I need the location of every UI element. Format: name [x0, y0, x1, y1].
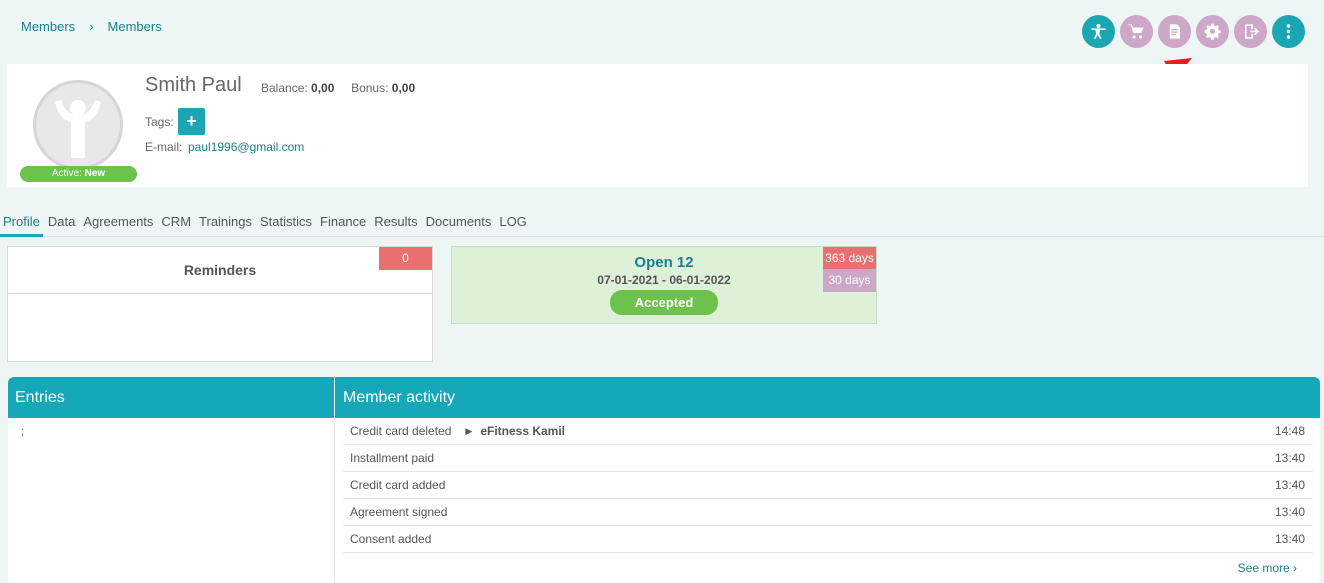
- entries-content: ;: [8, 418, 335, 583]
- activity-text: Credit card deleted: [350, 424, 452, 438]
- tab-documents[interactable]: Documents: [423, 213, 495, 237]
- reminders-count-badge: 0: [379, 247, 432, 270]
- activity-text: Credit card added: [350, 478, 446, 492]
- panel-header: Entries Member activity: [8, 377, 1320, 418]
- list-item: Agreement signed 13:40: [343, 499, 1313, 526]
- person-silhouette-icon: [55, 100, 101, 158]
- agreement-name[interactable]: Open 12: [452, 254, 876, 271]
- agreement-status-badge: Accepted: [610, 290, 718, 315]
- tab-agreements[interactable]: Agreements: [80, 213, 156, 237]
- cart-button[interactable]: [1120, 15, 1153, 48]
- more-vertical-icon: [1286, 24, 1291, 39]
- member-header-card: Active: New Smith Paul Balance: 0,00 Bon…: [7, 64, 1308, 187]
- activity-time: 13:40: [1274, 532, 1305, 546]
- breadcrumb-item-members[interactable]: Members: [21, 19, 75, 34]
- days-total-badge: 363 days: [823, 247, 876, 269]
- exit-button[interactable]: [1234, 15, 1267, 48]
- agreement-dates: 07-01-2021 - 06-01-2022: [597, 273, 731, 287]
- activity-actor: eFitness Kamil: [480, 424, 566, 438]
- tab-trainings[interactable]: Trainings: [196, 213, 255, 237]
- gear-icon: [1204, 23, 1221, 40]
- member-name: Smith Paul: [145, 74, 242, 96]
- see-more-link[interactable]: See more ›: [1238, 561, 1297, 575]
- status-badge: Active: New: [20, 166, 137, 182]
- balance-info: Balance: 0,00 Bonus: 0,00: [261, 81, 415, 95]
- email-link[interactable]: paul1996@gmail.com: [188, 140, 304, 154]
- entries-title: Entries: [8, 377, 335, 418]
- tab-statistics[interactable]: Statistics: [257, 213, 315, 237]
- reminders-title[interactable]: Reminders: [8, 247, 432, 294]
- activity-time: 14:48: [1274, 424, 1305, 438]
- days-period-badge: 30 days: [823, 269, 876, 292]
- chevron-right-icon: ›: [89, 19, 94, 34]
- activity-text: Consent added: [350, 532, 432, 546]
- activity-title: Member activity: [343, 389, 456, 406]
- activity-text: Agreement signed: [350, 505, 448, 519]
- tab-results[interactable]: Results: [371, 213, 420, 237]
- breadcrumb-item-members-current[interactable]: Members: [108, 19, 162, 34]
- document-button[interactable]: [1158, 15, 1191, 48]
- tab-data[interactable]: Data: [45, 213, 78, 237]
- breadcrumb: Members › Members: [21, 19, 162, 34]
- list-item: Credit card added 13:40: [343, 472, 1313, 499]
- tab-crm[interactable]: CRM: [158, 213, 194, 237]
- activity-panel: Entries Member activity ; Credit card de…: [8, 377, 1320, 583]
- activity-time: 13:40: [1274, 451, 1305, 465]
- list-item: Installment paid 13:40: [343, 445, 1313, 472]
- balance-value: 0,00: [311, 81, 335, 95]
- cart-icon: [1128, 24, 1144, 39]
- add-tag-button[interactable]: +: [178, 108, 205, 135]
- activity-list: Credit card deleted ▶ eFitness Kamil 14:…: [343, 418, 1313, 553]
- settings-button[interactable]: [1196, 15, 1229, 48]
- action-toolbar: [1082, 15, 1305, 48]
- avatar[interactable]: [33, 80, 123, 170]
- list-item: Consent added 13:40: [343, 526, 1313, 553]
- list-item: Credit card deleted ▶ eFitness Kamil 14:…: [343, 418, 1313, 445]
- more-button[interactable]: [1272, 15, 1305, 48]
- profile-tabs: Profile Data Agreements CRM Trainings St…: [0, 213, 1324, 237]
- activity-time: 13:40: [1274, 478, 1305, 492]
- bonus-value: 0,00: [391, 81, 416, 95]
- tab-log[interactable]: LOG: [496, 213, 529, 237]
- activity-text: Installment paid: [350, 451, 435, 465]
- exit-icon: [1244, 24, 1260, 39]
- bonus-label: Bonus:: [351, 81, 389, 95]
- email-label: E-mail:: [145, 140, 183, 154]
- balance-label: Balance:: [261, 81, 308, 95]
- fitness-button[interactable]: [1082, 15, 1115, 48]
- activity-time: 13:40: [1274, 505, 1305, 519]
- status-label: Active:: [51, 168, 82, 179]
- agreement-card[interactable]: Open 12 07-01-2021 - 06-01-2022 Accepted…: [451, 246, 877, 324]
- document-icon: [1169, 24, 1181, 39]
- tab-finance[interactable]: Finance: [317, 213, 369, 237]
- fitness-icon: [1091, 23, 1106, 39]
- status-value: New: [84, 168, 106, 179]
- caret-right-icon: ▶: [465, 425, 473, 436]
- tags-label: Tags:: [145, 115, 174, 129]
- tab-profile[interactable]: Profile: [0, 213, 43, 237]
- reminders-card: Reminders 0: [7, 246, 433, 362]
